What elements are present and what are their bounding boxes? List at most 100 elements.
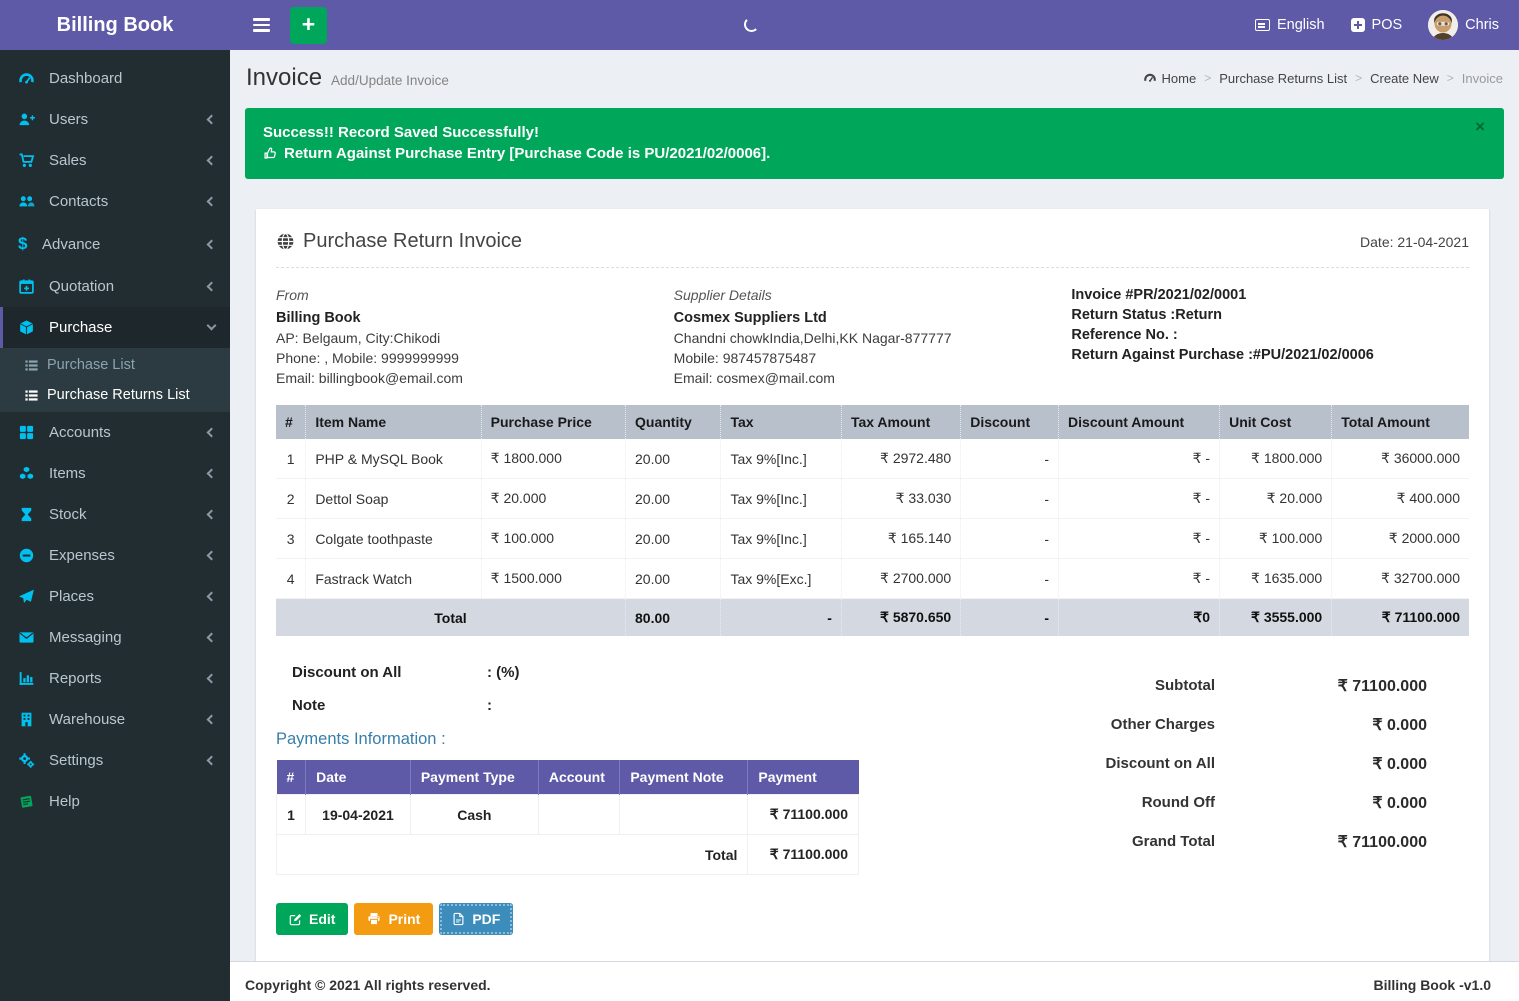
breadcrumb-separator: > [1355, 71, 1362, 85]
sidebar-item-warehouse[interactable]: Warehouse [0, 699, 230, 740]
sidebar-item-label: Warehouse [49, 711, 125, 728]
grid-icon [18, 424, 42, 441]
from-address: AP: Belgaum, City:Chikodi [276, 328, 674, 348]
sidebar-item-label: Expenses [49, 547, 115, 564]
language-label: English [1277, 17, 1325, 33]
supplier-email: Email: cosmex@mail.com [674, 368, 1072, 388]
sidebar-item-label: Messaging [49, 629, 122, 646]
breadcrumb-purchase-returns-list[interactable]: Purchase Returns List [1219, 71, 1347, 86]
language-icon [1255, 19, 1270, 31]
sidebar-item-reports[interactable]: Reports [0, 658, 230, 699]
chevron-left-icon [207, 282, 217, 292]
from-phone: Phone: , Mobile: 9999999999 [276, 348, 674, 368]
col-quantity: Quantity [626, 405, 721, 439]
plus-icon: + [302, 13, 315, 36]
invoice-meta: Invoice #PR/2021/02/0001 Return Status :… [1071, 285, 1469, 388]
col-item-name: Item Name [306, 405, 481, 439]
pos-label: POS [1372, 17, 1403, 33]
sidebar-item-label: Sales [49, 152, 87, 169]
pdf-button[interactable]: PDF [439, 903, 513, 935]
sidebar-item-accounts[interactable]: Accounts [0, 412, 230, 453]
sidebar-item-advance[interactable]: $ Advance [0, 222, 230, 266]
sidebar-item-help[interactable]: Help [0, 781, 230, 822]
col-account: Account [538, 760, 619, 795]
col-unit-cost: Unit Cost [1220, 405, 1332, 439]
language-menu[interactable]: English [1255, 17, 1325, 33]
breadcrumb-home[interactable]: Home [1143, 71, 1197, 86]
sidebar-item-messaging[interactable]: Messaging [0, 617, 230, 658]
invoice-date: Date: 21-04-2021 [1360, 234, 1469, 250]
app-logo[interactable]: Billing Book [0, 0, 230, 50]
building-icon [18, 711, 42, 728]
sidebar-item-expenses[interactable]: Expenses [0, 535, 230, 576]
user-menu[interactable]: Chris [1428, 10, 1499, 40]
envelope-icon [18, 629, 42, 646]
print-button[interactable]: Print [354, 903, 433, 935]
sidebar-item-items[interactable]: Items [0, 453, 230, 494]
sidebar-item-quotation[interactable]: Quotation [0, 266, 230, 307]
from-heading: From [276, 285, 674, 305]
sidebar-item-contacts[interactable]: Contacts [0, 181, 230, 222]
chevron-left-icon [207, 551, 217, 561]
edit-button[interactable]: Edit [276, 903, 348, 935]
sidebar-item-sales[interactable]: Sales [0, 140, 230, 181]
sidebar-item-label: Places [49, 588, 94, 605]
col-date: Date [306, 760, 411, 795]
breadcrumb-create-new[interactable]: Create New [1370, 71, 1439, 86]
footer: Copyright © 2021 All rights reserved. Bi… [230, 961, 1519, 1001]
items-table-header: # Item Name Purchase Price Quantity Tax … [276, 405, 1469, 439]
gauge-icon [18, 70, 42, 87]
sidebar-item-label: Advance [42, 236, 100, 253]
col-payment: Payment [748, 760, 859, 795]
sidebar-item-purchase-list[interactable]: Purchase List [0, 350, 230, 380]
calendar-plus-icon [18, 278, 42, 295]
pos-button[interactable]: POS [1351, 17, 1403, 33]
copyright-text: Copyright © 2021 All rights reserved. [245, 977, 491, 993]
page-subtitle: Add/Update Invoice [331, 73, 449, 88]
hourglass-icon [18, 506, 42, 523]
from-email: Email: billingbook@email.com [276, 368, 674, 388]
summary-discount-on-all: Discount on All ₹ 0.000 [995, 744, 1427, 783]
sidebar-item-users[interactable]: Users [0, 99, 230, 140]
col-discount-amount: Discount Amount [1059, 405, 1220, 439]
alert-line1: Success!! Record Saved Successfully! [263, 122, 1470, 143]
discount-on-all-value: : (%) [487, 664, 520, 681]
col-total-amount: Total Amount [1332, 405, 1469, 439]
sidebar-item-places[interactable]: Places [0, 576, 230, 617]
chevron-left-icon [207, 115, 217, 125]
pos-plus-square-icon [1351, 18, 1365, 32]
sidebar-item-dashboard[interactable]: Dashboard [0, 58, 230, 99]
sidebar-item-purchase[interactable]: Purchase [0, 307, 230, 348]
chevron-left-icon [207, 715, 217, 725]
menu-icon [253, 18, 270, 20]
payment-row: 1 19-04-2021 Cash ₹ 71100.000 [277, 795, 859, 835]
sidebar-item-label: Dashboard [49, 70, 122, 87]
avatar [1428, 10, 1458, 40]
main-content: Invoice Add/Update Invoice Home > Purcha… [230, 50, 1519, 1001]
purchase-submenu: Purchase List Purchase Returns List [0, 348, 230, 412]
chevron-down-icon [207, 321, 217, 331]
sidebar-item-label: Users [49, 111, 88, 128]
divider [276, 267, 1469, 268]
quick-add-button[interactable]: + [290, 7, 327, 44]
sidebar-item-settings[interactable]: Settings [0, 740, 230, 781]
discount-on-all-label: Discount on All [292, 664, 487, 681]
sidebar: Dashboard Users Sales Contacts $ Advance [0, 50, 230, 1001]
chevron-left-icon [207, 633, 217, 643]
close-icon[interactable]: × [1469, 117, 1491, 136]
sidebar-item-stock[interactable]: Stock [0, 494, 230, 535]
supplier-name: Cosmex Suppliers Ltd [674, 308, 1072, 328]
invoice-card: Purchase Return Invoice Date: 21-04-2021… [256, 209, 1489, 961]
globe-icon [276, 232, 295, 251]
note-label: Note [292, 697, 487, 714]
invoice-title: Purchase Return Invoice [303, 230, 522, 253]
breadcrumb-separator: > [1204, 71, 1211, 85]
sidebar-item-purchase-returns-list[interactable]: Purchase Returns List [0, 380, 230, 410]
success-alert: Success!! Record Saved Successfully! Ret… [245, 108, 1504, 179]
sidebar-item-label: Items [49, 465, 86, 482]
username-label: Chris [1465, 17, 1499, 33]
payments-table-header: # Date Payment Type Account Payment Note… [277, 760, 859, 795]
table-row: 4 Fastrack Watch ₹ 1500.000 20.00 Tax 9%… [276, 559, 1469, 599]
summary-grand-total: Grand Total ₹ 71100.000 [995, 822, 1427, 861]
sidebar-toggle-button[interactable] [244, 8, 278, 42]
